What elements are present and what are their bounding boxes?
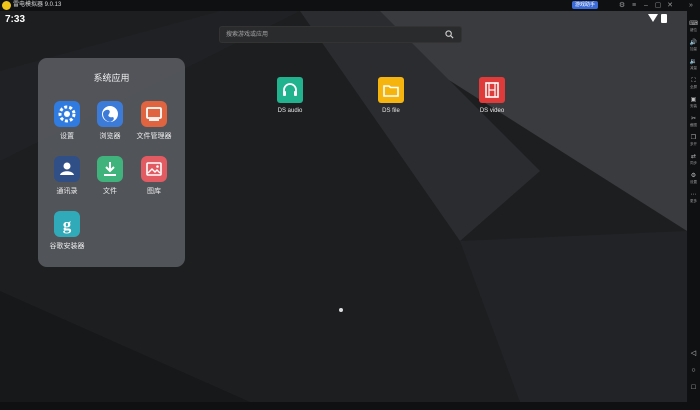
- window-title: 雷电模拟器 9.0.13: [13, 2, 62, 8]
- headphones-icon: [277, 77, 303, 103]
- app-label: 浏览器: [99, 133, 121, 140]
- expand-sidebar-icon[interactable]: »: [686, 1, 696, 10]
- app-label: DS video: [479, 108, 505, 114]
- volume-down-icon: 🔉: [689, 59, 698, 65]
- page-indicator-dot: [339, 308, 343, 312]
- sidebar-item-volume-up[interactable]: 🔊 加量: [687, 40, 700, 51]
- app-gallery[interactable]: 图库: [134, 156, 174, 196]
- close-icon[interactable]: ✕: [665, 1, 675, 10]
- app-contacts[interactable]: 通讯录: [47, 156, 87, 196]
- minimize-icon[interactable]: –: [641, 1, 651, 10]
- settings-icon: ⚙: [690, 173, 697, 179]
- gallery-icon: [141, 156, 167, 182]
- sync-icon: ⇄: [690, 154, 697, 160]
- sidebar-item-label: 加量: [690, 47, 697, 51]
- app-label: 通讯录: [56, 188, 78, 195]
- sidebar-item-label: 设置: [690, 180, 697, 184]
- maximize-icon[interactable]: ▢: [653, 1, 663, 10]
- download-icon: [97, 156, 123, 182]
- nav-back-icon[interactable]: ◁: [687, 349, 700, 359]
- system-apps-folder: 系统应用 设置 浏览器 文件管理器 通讯录 文件 图库 g 谷歌安装器: [38, 58, 185, 267]
- fullscreen-icon: ⛶: [691, 78, 696, 84]
- android-home-screen: 7:33 系统应用 设置: [0, 11, 687, 402]
- sidebar-item-sync[interactable]: ⇄ 同步: [687, 154, 700, 165]
- app-browser[interactable]: 浏览器: [90, 101, 130, 141]
- status-time: 7:33: [5, 14, 26, 25]
- app-file-manager[interactable]: 文件管理器: [134, 101, 174, 141]
- window-titlebar: 雷电模拟器 9.0.13 游戏助手 ⚙ ≡ – ▢ ✕ »: [0, 0, 700, 11]
- app-label: DS audio: [277, 108, 303, 114]
- app-files[interactable]: 文件: [90, 156, 130, 196]
- app-label: 设置: [60, 133, 74, 140]
- search-bar[interactable]: [220, 27, 461, 42]
- screenshot-icon: ✂: [690, 116, 697, 122]
- app-ds-file[interactable]: DS file: [361, 77, 421, 114]
- file-manager-icon: [141, 101, 167, 127]
- sidebar-item-more[interactable]: ⋯ 更多: [687, 192, 700, 203]
- sidebar-item-volume-down[interactable]: 🔉 减量: [687, 59, 700, 70]
- wifi-icon: [648, 14, 658, 22]
- apk-install-icon: ▣: [690, 97, 697, 103]
- multi-instance-icon: ❐: [690, 135, 697, 141]
- app-ds-audio[interactable]: DS audio: [260, 77, 320, 114]
- nav-home-icon[interactable]: ○: [687, 366, 700, 376]
- sidebar-item-keymap[interactable]: ⌨ 键位: [687, 21, 700, 32]
- nav-recents-icon[interactable]: □: [687, 383, 700, 393]
- battery-icon: [661, 14, 667, 23]
- sidebar-item-label: 多开: [690, 142, 697, 146]
- volume-up-icon: 🔊: [689, 40, 698, 46]
- app-label: 谷歌安装器: [49, 243, 85, 250]
- globe-icon: [97, 101, 123, 127]
- more-icon: ⋯: [690, 192, 697, 198]
- app-settings[interactable]: 设置: [47, 101, 87, 141]
- app-ds-video[interactable]: DS video: [462, 77, 522, 114]
- folder-icon: [378, 77, 404, 103]
- sidebar-item-label: 同步: [690, 161, 697, 165]
- app-label: 文件管理器: [136, 133, 172, 140]
- search-input[interactable]: [226, 27, 436, 42]
- app-label: 图库: [147, 188, 161, 195]
- app-google-installer[interactable]: g 谷歌安装器: [47, 211, 87, 251]
- contacts-icon: [54, 156, 80, 182]
- sidebar-item-install[interactable]: ▣ 安装: [687, 97, 700, 108]
- menu-icon[interactable]: ≡: [629, 1, 639, 10]
- gear-icon: [54, 101, 80, 127]
- sidebar-item-label: 全屏: [690, 85, 697, 89]
- app-logo-icon: [2, 1, 11, 10]
- sidebar-item-label: 截图: [690, 123, 697, 127]
- folder-title: 系统应用: [93, 73, 130, 83]
- sidebar-item-settings[interactable]: ⚙ 设置: [687, 173, 700, 184]
- game-assistant-button[interactable]: 游戏助手: [572, 1, 599, 9]
- sidebar-item-label: 安装: [690, 104, 697, 108]
- window-bottom-bar: [0, 402, 700, 410]
- sidebar-item-label: 键位: [690, 28, 697, 32]
- svg-text:g: g: [63, 215, 72, 234]
- sidebar-item-fullscreen[interactable]: ⛶ 全屏: [687, 78, 700, 89]
- sidebar-item-label: 减量: [690, 66, 697, 70]
- settings-gear-icon[interactable]: ⚙: [617, 1, 627, 10]
- sidebar-item-screenshot[interactable]: ✂ 截图: [687, 116, 700, 127]
- sidebar-item-label: 更多: [690, 199, 697, 203]
- app-label: DS file: [382, 108, 400, 114]
- keyboard-icon: ⌨: [689, 21, 698, 27]
- google-installer-icon: g: [54, 211, 80, 237]
- film-icon: [479, 77, 505, 103]
- sidebar-item-multi-instance[interactable]: ❐ 多开: [687, 135, 700, 146]
- search-icon[interactable]: [445, 30, 454, 39]
- emulator-sidebar: ⌨ 键位 🔊 加量 🔉 减量 ⛶ 全屏 ▣ 安装 ✂ 截图 ❐ 多开 ⇄ 同步 …: [687, 11, 700, 402]
- app-label: 文件: [103, 188, 117, 195]
